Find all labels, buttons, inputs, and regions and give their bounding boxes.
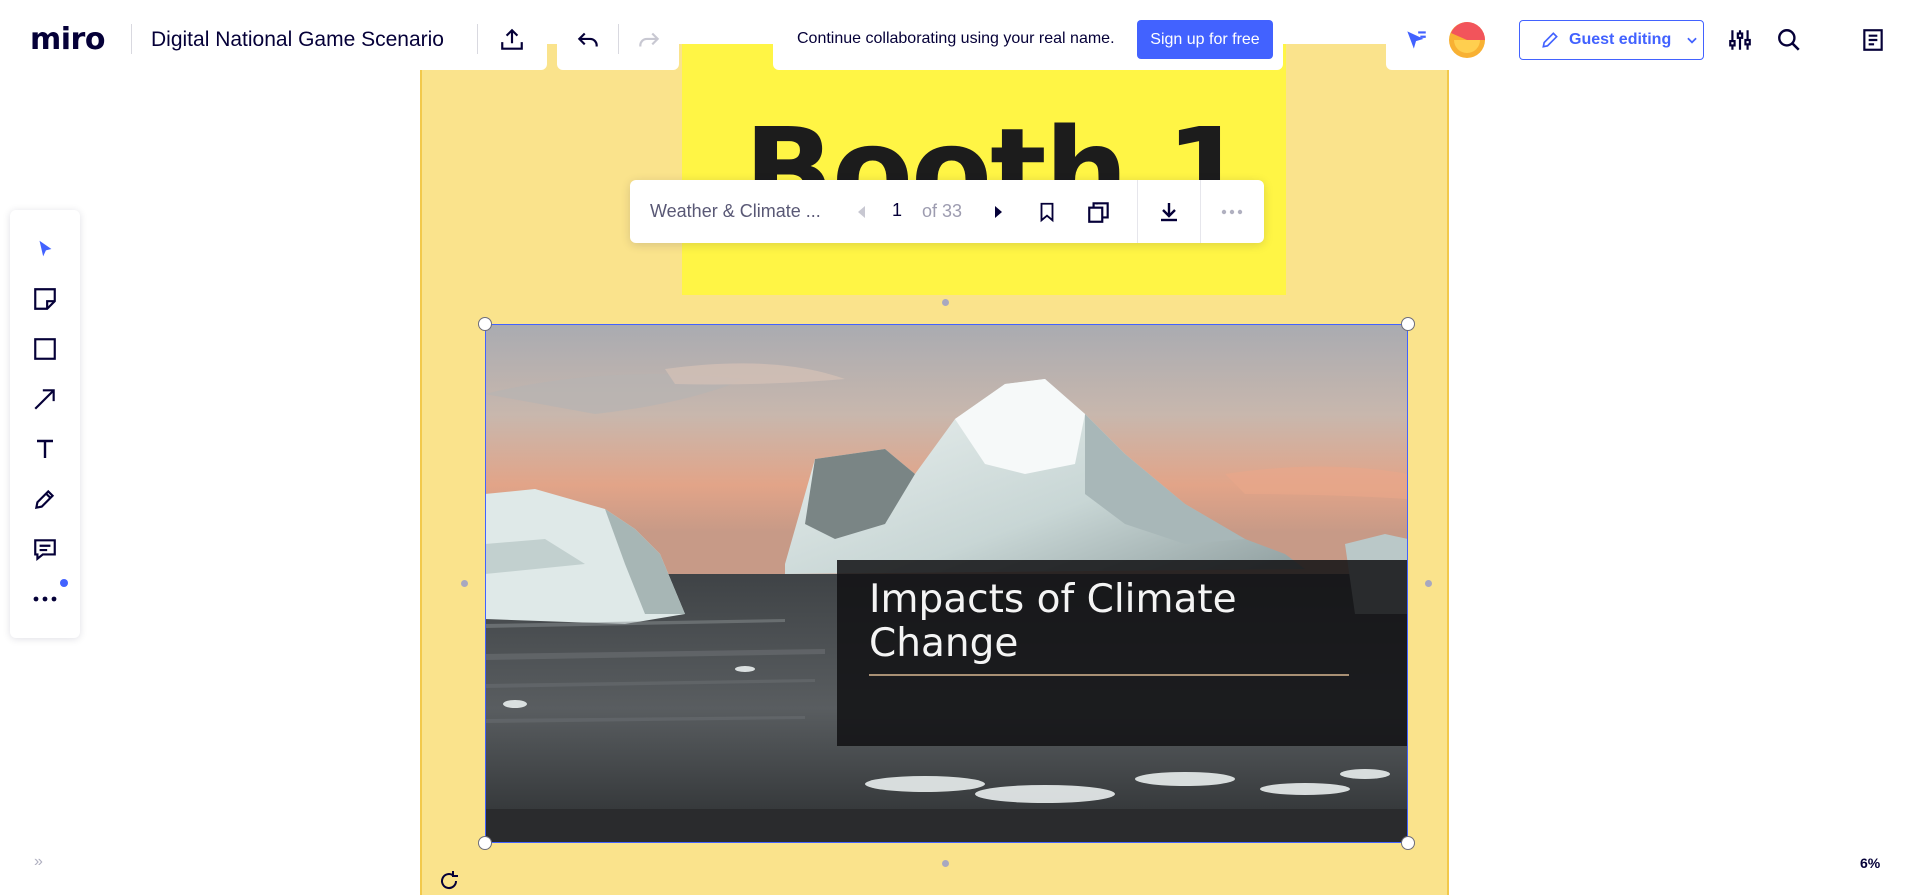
text-icon[interactable] [10,425,80,473]
connector-handle-right[interactable] [1425,580,1432,587]
undo-icon[interactable] [572,24,604,56]
signup-button[interactable]: Sign up for free [1137,20,1273,59]
board-canvas[interactable]: Booth 1 Impacts of Climate Change [0,0,1920,895]
board-title[interactable]: Digital National Game Scenario [151,28,444,52]
slide-caption: Impacts of Climate Change [869,577,1237,666]
next-page-icon[interactable] [988,202,1008,222]
header-divider [618,24,619,54]
sliders-icon[interactable] [1724,24,1756,56]
slide-bottom-strip [485,809,1408,843]
resize-handle-bottom-right[interactable] [1401,836,1415,850]
bookmark-icon[interactable] [1032,197,1062,227]
pencil-icon [1540,30,1560,50]
pages-icon[interactable] [1083,196,1115,228]
header-divider [131,24,132,54]
sticky-note[interactable]: Booth 1 [682,44,1286,295]
resize-handle-top-right[interactable] [1401,317,1415,331]
connector-handle-bottom[interactable] [942,860,949,867]
slide-divider [869,674,1349,676]
connector-handle-left[interactable] [461,580,468,587]
slide-caption-box: Impacts of Climate Change [837,560,1408,746]
miro-logo[interactable]: miro [30,22,105,57]
previous-page-icon[interactable] [852,202,872,222]
zoom-level[interactable]: 6% [1860,855,1880,871]
connector-handle-top[interactable] [942,299,949,306]
more-options-icon[interactable] [1216,196,1248,228]
notes-icon[interactable] [1857,24,1889,56]
left-toolbar [10,210,80,638]
rotate-icon[interactable] [437,869,461,893]
sticky-note-icon[interactable] [10,275,80,323]
toolbar-divider [1200,180,1201,243]
shape-icon[interactable] [10,325,80,373]
cursor-reactions-icon[interactable] [1400,24,1432,56]
chevron-down-icon [1685,33,1699,47]
more-tools-icon[interactable] [10,575,80,623]
toolbar-divider [1137,180,1138,243]
upload-icon[interactable] [496,24,528,56]
search-icon[interactable] [1773,24,1805,56]
collab-message: Continue collaborating using your real n… [797,30,1115,47]
pdf-toolbar: Weather & Climate ... 1 of 33 [630,180,1264,243]
pen-icon[interactable] [10,475,80,523]
pdf-page-number[interactable]: 1 [892,200,902,221]
resize-handle-bottom-left[interactable] [478,836,492,850]
header-divider [477,24,478,54]
pdf-page-count: of 33 [922,201,963,221]
avatar[interactable] [1448,21,1486,59]
expand-panel-icon[interactable]: » [34,853,43,871]
arrow-icon[interactable] [10,375,80,423]
pdf-document-name[interactable]: Weather & Climate ... [650,201,821,222]
pdf-slide-image[interactable]: Impacts of Climate Change [485,324,1408,843]
comment-icon[interactable] [10,525,80,573]
guest-editing-label: Guest editing [1569,31,1672,48]
select-tool-icon[interactable] [10,225,80,273]
download-icon[interactable] [1153,196,1185,228]
redo-icon[interactable] [633,24,665,56]
notification-dot [60,579,68,587]
resize-handle-top-left[interactable] [478,317,492,331]
guest-editing-dropdown[interactable]: Guest editing [1519,20,1704,60]
